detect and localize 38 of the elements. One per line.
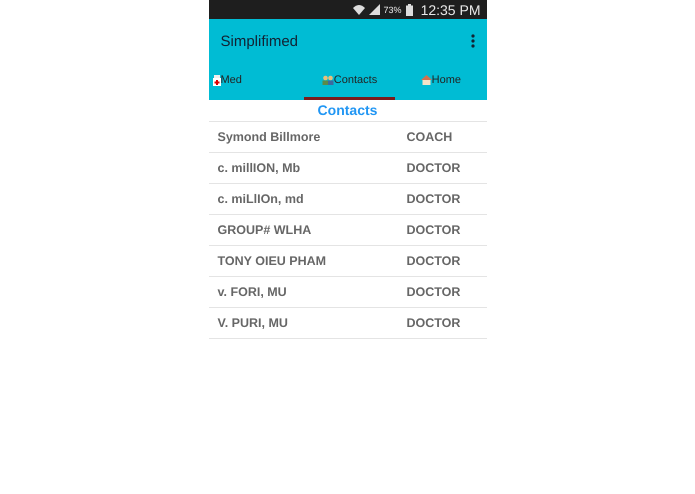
tab-label: Med	[220, 74, 242, 86]
contact-role: DOCTOR	[406, 223, 460, 237]
medicine-bottle-icon	[212, 74, 220, 86]
battery-percent: 73%	[384, 4, 402, 14]
battery-icon	[406, 4, 413, 16]
contact-name: V. PURI, MU	[218, 316, 289, 330]
contact-name: TONY OIEU PHAM	[218, 254, 328, 268]
tab-label: Contacts	[334, 74, 378, 86]
contact-name: c. miLlIOn, md	[218, 192, 305, 206]
contact-role: DOCTOR	[406, 316, 460, 330]
tab[interactable]: Contacts	[304, 63, 396, 100]
house-icon	[420, 75, 432, 85]
contact-row[interactable]: TONY OIEU PHAM DOCTOR	[208, 246, 486, 277]
contact-row[interactable]: GROUP# WLHA DOCTOR	[208, 215, 486, 246]
tab[interactable]: Home	[395, 63, 486, 100]
contact-row[interactable]: Symond Billmore COACH	[208, 122, 486, 153]
signal-icon	[368, 4, 380, 15]
contact-role: DOCTOR	[406, 192, 460, 206]
contact-role: COACH	[406, 130, 452, 144]
contact-role: DOCTOR	[406, 285, 460, 299]
contact-row[interactable]: V. PURI, MU DOCTOR	[208, 308, 486, 339]
contact-name: v. FORI, MU	[218, 285, 288, 299]
wifi-icon	[352, 4, 365, 15]
contact-row[interactable]: c. millION, Mb DOCTOR	[208, 153, 486, 184]
contact-name: GROUP# WLHA	[218, 223, 312, 237]
people-icon	[322, 75, 334, 85]
contact-role: DOCTOR	[406, 254, 460, 268]
tab-label: Home	[432, 74, 461, 86]
contact-row[interactable]: c. miLlIOn, md DOCTOR	[208, 184, 486, 215]
contact-role: DOCTOR	[406, 161, 460, 175]
contact-name: Symond Billmore	[218, 130, 322, 144]
contact-name: c. millION, Mb	[218, 161, 302, 175]
section-title: Contacts	[208, 100, 486, 122]
contact-row[interactable]: v. FORI, MU DOCTOR	[208, 277, 486, 308]
clock: 12:35 PM	[420, 2, 480, 18]
tab[interactable]: Med	[208, 63, 304, 100]
overflow-menu-icon[interactable]	[470, 34, 474, 48]
app-title: Simplifimed	[220, 32, 298, 50]
